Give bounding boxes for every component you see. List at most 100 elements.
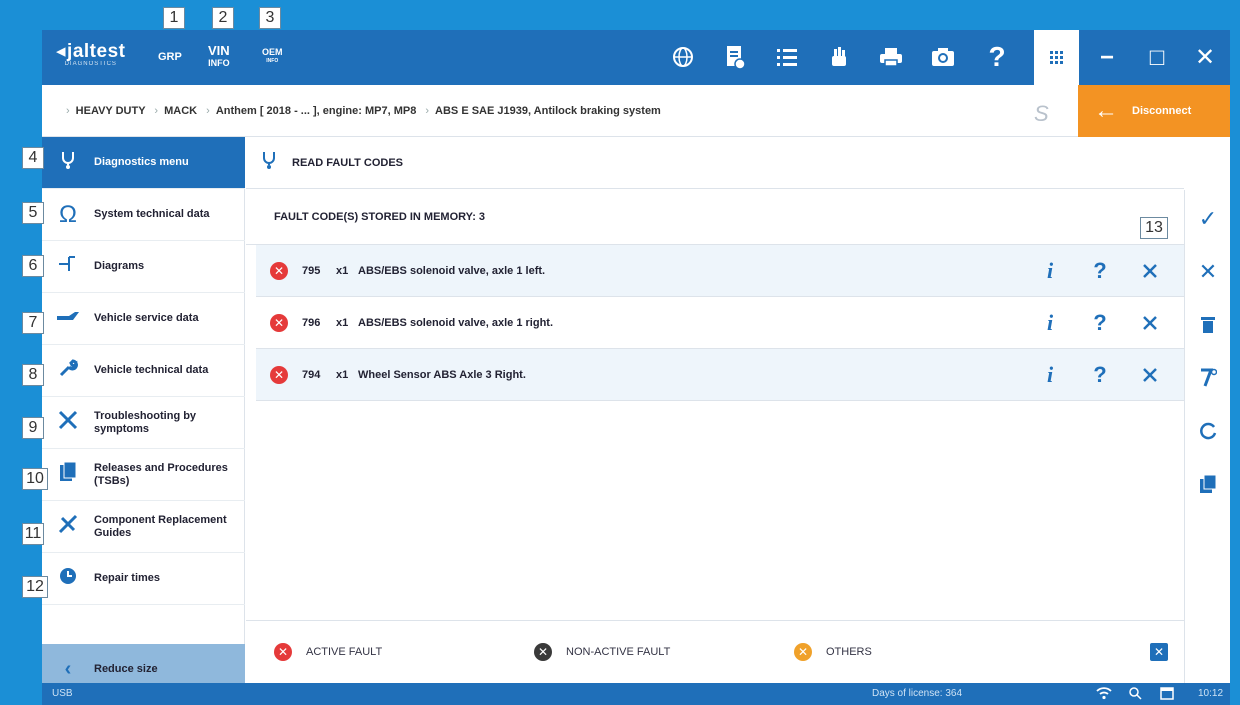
wifi-icon [1096,686,1112,703]
fault-description: ABS/EBS solenoid valve, axle 1 right. [358,316,554,329]
callout-11: 11 [22,523,44,545]
sidebar-item-label: System technical data [94,208,210,220]
fault-row[interactable]: ✕ 794 x1 Wheel Sensor ABS Axle 3 Right. … [256,349,1184,401]
top-bar: ◂jaltest DIAGNOSTICS GRP VIN INFO OEM IN… [42,30,1230,85]
callout-10: 10 [22,468,48,490]
calendar-icon [1160,686,1174,703]
legend-active: ✕ ACTIVE FAULT [274,643,382,661]
camera-icon[interactable] [928,42,958,72]
main-content: READ FAULT CODES FAULT CODE(S) STORED IN… [246,137,1184,683]
globe-icon[interactable] [668,42,698,72]
help-icon[interactable]: ? [1086,257,1114,285]
app-window: ◂jaltest DIAGNOSTICS GRP VIN INFO OEM IN… [42,30,1230,705]
info-icon[interactable]: i [1036,361,1064,389]
sidebar-item-label: Repair times [94,572,161,584]
legend-nonactive: ✕ NON-ACTIVE FAULT [534,643,670,661]
sidebar-item-label: Diagnostics menu [94,156,189,168]
callout-3: 3 [259,7,281,29]
sidebar-item-label: Diagrams [94,260,145,272]
help-icon[interactable]: ? [1086,361,1114,389]
clock: 10:12 [1198,688,1224,699]
breadcrumb-bar: › HEAVY DUTY › MACK › Anthem [ 2018 - ... ]… [42,85,1230,137]
sidebar-item-repair-times[interactable]: Repair times [42,553,245,605]
clear-icon[interactable]: ✕ [1185,247,1231,297]
sidebar: Diagnostics menu Ω System technical data… [42,137,245,694]
grp-button[interactable]: GRP [158,52,182,63]
tools-icon [42,409,94,437]
vin-info-button[interactable]: VIN INFO [208,44,230,69]
fault-code: 794 [302,368,321,381]
grid-menu-button[interactable] [1034,30,1079,85]
active-fault-icon: ✕ [270,313,288,332]
active-fault-icon: ✕ [270,261,288,280]
report-icon[interactable] [1185,459,1231,509]
sidebar-item-component-replacement[interactable]: Component Replacement Guides [42,501,245,553]
troubleshoot-tools-icon[interactable] [1136,361,1164,389]
replace-tools-icon [42,513,94,541]
chevron-left-icon: ‹ [64,657,72,680]
refresh-icon[interactable] [1185,406,1231,456]
sidebar-item-system-technical-data[interactable]: Ω System technical data [42,189,245,241]
breadcrumb-item[interactable]: HEAVY DUTY [76,105,146,117]
jaltest-logo: ◂jaltest DIAGNOSTICS [56,41,126,67]
stethoscope-icon [42,150,94,176]
disconnect-button[interactable]: ← Disconnect [1078,85,1230,137]
clock-gear-icon [42,566,94,592]
sidebar-item-label: Vehicle service data [94,312,199,324]
callout-9: 9 [22,417,44,439]
connection-logo-icon: S [1034,101,1049,126]
fault-code: 795 [302,264,321,277]
sidebar-item-diagrams[interactable]: Diagrams [42,241,245,293]
list-icon[interactable] [772,42,802,72]
help-icon[interactable]: ? [1086,309,1114,337]
troubleshoot-tools-icon[interactable] [1136,309,1164,337]
minimize-button[interactable]: − [1082,30,1132,85]
vci-signal-icon [1128,686,1142,703]
freeze-frame-icon[interactable] [1185,353,1231,403]
callout-7: 7 [22,312,44,334]
others-fault-icon: ✕ [794,643,812,661]
legend-label: NON-ACTIVE FAULT [566,646,671,658]
legend-close-button[interactable]: ✕ [1150,643,1168,661]
fault-legend: ✕ ACTIVE FAULT ✕ NON-ACTIVE FAULT ✕ OTHE… [246,620,1184,683]
help-icon[interactable]: ? [982,41,1012,72]
sidebar-item-troubleshooting[interactable]: Troubleshooting by symptoms [42,397,245,449]
document-icon[interactable] [720,42,750,72]
active-fault-icon: ✕ [274,643,292,661]
callout-4: 4 [22,147,44,169]
disconnect-label: Disconnect [1132,105,1192,117]
oem-info-button[interactable]: OEM INFO [262,47,283,64]
callout-12: 12 [22,576,48,598]
right-toolbar: ✓ ✕ [1184,190,1230,683]
breadcrumb-item[interactable]: Anthem [ 2018 - ... ], engine: MP7, MP8 [216,105,416,117]
close-button[interactable]: ✕ [1180,30,1230,85]
sidebar-item-vehicle-technical-data[interactable]: Vehicle technical data [42,345,245,397]
breadcrumb-item[interactable]: MACK [164,105,197,117]
sidebar-item-releases-procedures[interactable]: Releases and Procedures (TSBs) [42,449,245,501]
hand-icon[interactable] [824,42,854,72]
fault-row[interactable]: ✕ 796 x1 ABS/EBS solenoid valve, axle 1 … [256,297,1184,349]
check-icon[interactable]: ✓ [1185,194,1231,244]
sidebar-item-label: Component Replacement Guides [94,513,227,539]
callout-2: 2 [212,7,234,29]
nonactive-fault-icon: ✕ [534,643,552,661]
wrench-icon [42,358,94,384]
fault-count: x1 [336,264,349,277]
printer-icon[interactable] [876,42,906,72]
reduce-size-label: Reduce size [94,663,158,675]
troubleshoot-tools-icon[interactable] [1136,257,1164,285]
diagram-icon [42,254,94,280]
sidebar-item-diagnostics-menu[interactable]: Diagnostics menu [42,137,245,189]
sidebar-item-vehicle-service-data[interactable]: Vehicle service data [42,293,245,345]
trash-icon[interactable] [1185,300,1231,350]
callout-5: 5 [22,202,44,224]
fault-row[interactable]: ✕ 795 x1 ABS/EBS solenoid valve, axle 1 … [256,245,1184,297]
info-icon[interactable]: i [1036,257,1064,285]
maximize-button[interactable]: □ [1132,30,1182,85]
info-icon[interactable]: i [1036,309,1064,337]
breadcrumb-item[interactable]: ABS E SAE J1939, Antilock braking system [435,105,661,117]
license-days: Days of license: 364 [872,688,963,699]
callout-1: 1 [163,7,185,29]
legend-label: ACTIVE FAULT [306,646,383,658]
usb-status: USB [52,688,73,699]
